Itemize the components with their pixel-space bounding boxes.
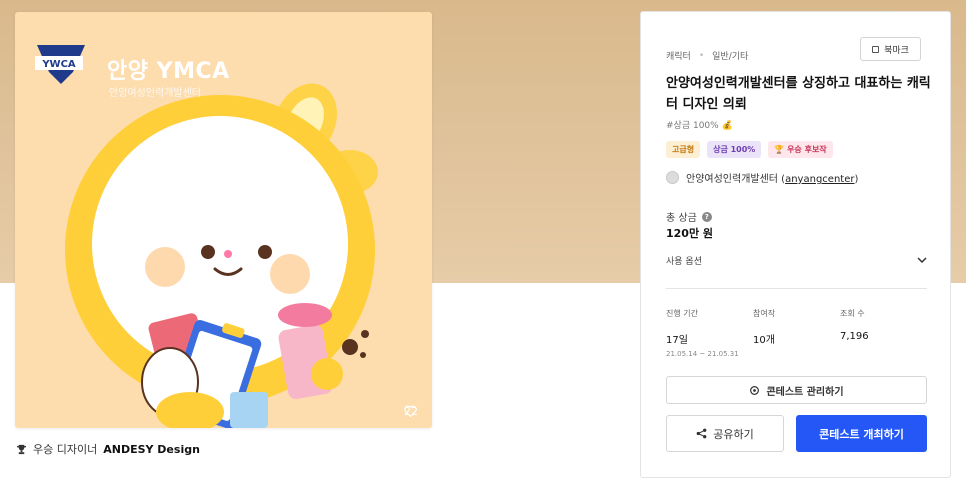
host-contest-button[interactable]: 콘테스트 개최하기 — [796, 415, 927, 452]
contest-stats: 진행 기간 17일 21.05.14 ~ 21.05.31 참여작 10개 조회… — [666, 308, 927, 358]
help-icon[interactable]: ? — [701, 211, 712, 222]
usage-options-label: 사용 옵션 — [666, 257, 702, 267]
heart-icon — [404, 405, 417, 417]
stat-subtext: 21.05.14 ~ 21.05.31 — [666, 350, 739, 358]
bookmark-label: 북마크 — [884, 45, 909, 56]
stat-label: 진행 기간 — [666, 309, 698, 318]
share-button[interactable]: 공유하기 — [666, 415, 784, 452]
badge-candidate: 🏆 우승 후보작 — [768, 141, 833, 158]
stat-label: 참여작 — [753, 309, 776, 318]
stat-value: 17일 — [666, 335, 688, 346]
stat-value: 7,196 — [840, 331, 869, 342]
logo-subtitle: 안양여성인력개발센터 — [109, 88, 201, 99]
artwork-image[interactable]: YWCA 안양 YMCA 안양여성인력개발센터 22 — [15, 12, 432, 428]
chevron-down-icon — [917, 257, 927, 264]
share-label: 공유하기 — [713, 427, 754, 441]
breadcrumb: 캐릭터 • 일반/기타 — [666, 49, 748, 63]
prize-label-text: 총 상금 — [666, 213, 697, 224]
contest-title: 안양여성인력개발센터를 상징하고 대표하는 캐릭터 디자인 의뢰 — [666, 76, 931, 112]
stat-entries: 참여작 10개 — [753, 308, 840, 358]
badge-prize: 상금 100% — [707, 141, 762, 158]
stat-value: 10개 — [753, 335, 775, 346]
stat-label: 조회 수 — [840, 309, 865, 318]
gear-icon — [750, 385, 760, 395]
stat-views: 조회 수 7,196 — [840, 308, 927, 358]
breadcrumb-subcategory[interactable]: 일반/기타 — [712, 49, 748, 62]
host-id-link[interactable]: anyangcenter — [785, 174, 854, 185]
divider — [666, 288, 927, 289]
logo-title: 안양 YMCA — [107, 59, 230, 84]
share-icon — [696, 428, 707, 439]
host-close: ) — [854, 174, 859, 185]
breadcrumb-separator: • — [698, 50, 705, 61]
stat-duration: 진행 기간 17일 21.05.14 ~ 21.05.31 — [666, 308, 753, 358]
trophy-icon — [16, 444, 27, 454]
ywca-logo-icon: YWCA — [35, 45, 85, 84]
badge-premium: 고급형 — [666, 141, 701, 158]
winning-designer: 우승 디자이너 ANDESY Design — [16, 441, 200, 457]
usage-options-toggle[interactable]: 사용 옵션 — [666, 254, 927, 267]
contest-tagline: #상금 100% 💰 — [666, 121, 733, 131]
host-info: 안양여성인력개발센터 (anyangcenter) — [666, 170, 858, 185]
designer-name[interactable]: ANDESY Design — [103, 443, 200, 456]
breadcrumb-category[interactable]: 캐릭터 — [666, 49, 691, 62]
manage-contest-label: 콘테스트 관리하기 — [766, 386, 844, 398]
contest-info-panel: 캐릭터 • 일반/기타 북마크 안양여성인력개발센터를 상징하고 대표하는 캐릭… — [640, 11, 951, 478]
prize-value: 120만 원 — [666, 227, 714, 240]
avatar — [666, 171, 679, 184]
bookmark-button[interactable]: 북마크 — [860, 37, 921, 61]
svg-text:YWCA: YWCA — [41, 59, 76, 70]
host-name: 안양여성인력개발센터 ( — [686, 174, 786, 185]
badge-list: 고급형 상금 100% 🏆 우승 후보작 — [666, 141, 833, 158]
like-counter[interactable]: 22 — [404, 405, 418, 418]
prize-label: 총 상금 ? — [666, 209, 712, 224]
designer-prefix: 우승 디자이너 — [33, 443, 98, 456]
bookmark-icon — [872, 45, 880, 53]
manage-contest-button[interactable]: 콘테스트 관리하기 — [666, 376, 927, 404]
